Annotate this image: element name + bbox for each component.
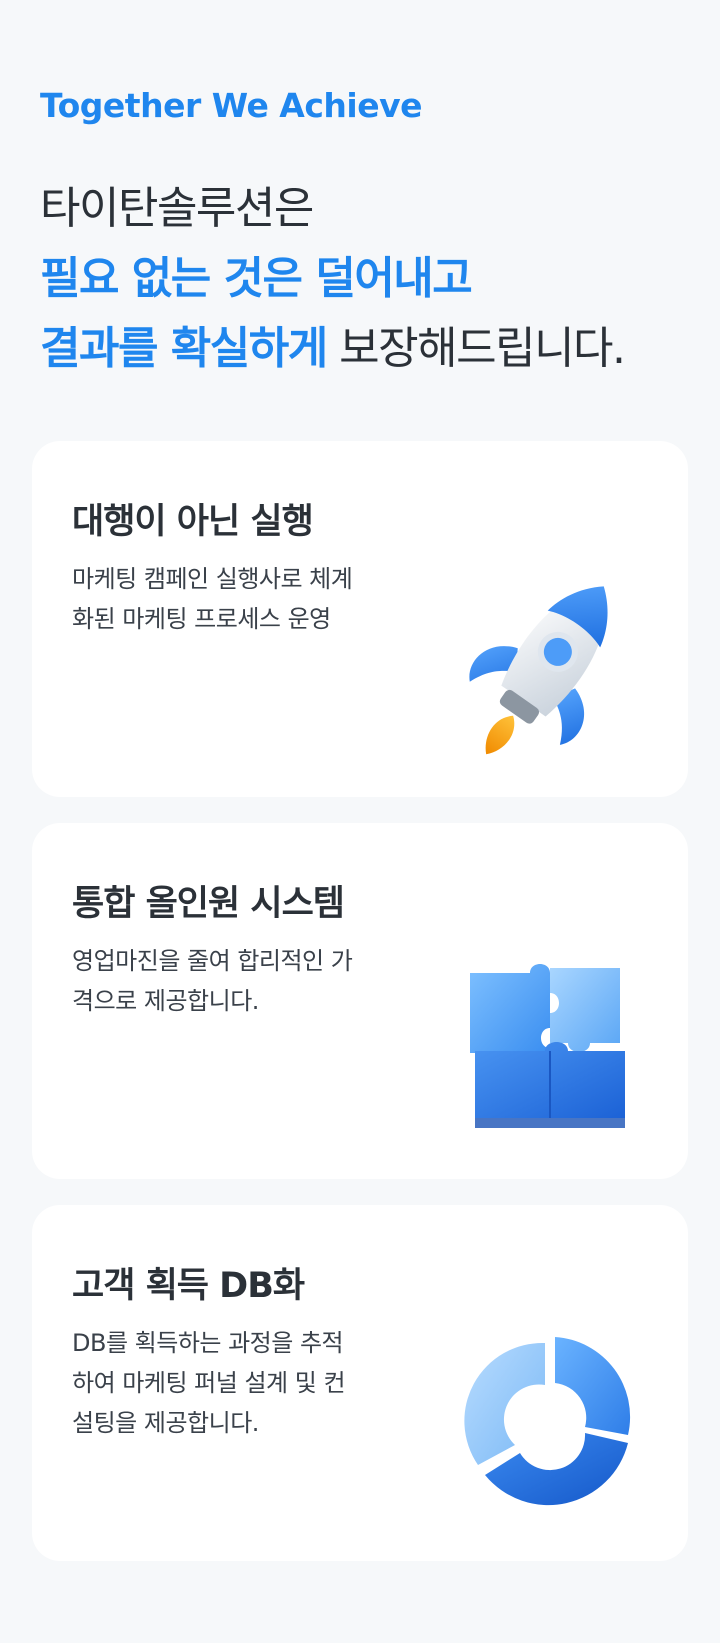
feature-card-all-in-one: 통합 올인원 시스템 영업마진을 줄여 합리적인 가 격으로 제공합니다.	[32, 823, 688, 1179]
card-title: 고객 획득 DB화	[72, 1266, 305, 1306]
card-description: DB를 획득하는 과정을 추적 하여 마케팅 퍼널 설계 및 컨 설팅을 제공합…	[72, 1329, 346, 1437]
card-description: 영업마진을 줄여 합리적인 가 격으로 제공합니다.	[72, 947, 353, 1015]
card-description: 마케팅 캠페인 실행사로 체계 화된 마케팅 프로세스 운영	[72, 565, 353, 633]
headline-line-1: 타이탄솔루션은	[40, 183, 314, 234]
eyebrow-label: Together We Achieve	[40, 86, 423, 125]
donut-chart-icon	[464, 1337, 631, 1506]
puzzle-icon	[470, 964, 625, 1128]
feature-card-execution: 대행이 아닌 실행 마케팅 캠페인 실행사로 체계 화된 마케팅 프로세스 운영	[32, 441, 688, 797]
card-title: 대행이 아닌 실행	[72, 502, 314, 542]
headline-line-2: 필요 없는 것은 덜어내고	[40, 253, 473, 304]
feature-card-customer-db: 고객 획득 DB화 DB를 획득하는 과정을 추적 하여 마케팅 퍼널 설계 및…	[32, 1205, 688, 1561]
headline-line-3: 결과를 확실하게 보장해드립니다.	[40, 314, 700, 384]
rocket-icon	[469, 586, 608, 755]
headline-line-3-rest: 보장해드립니다.	[326, 323, 626, 374]
card-title: 통합 올인원 시스템	[72, 884, 345, 924]
headline-line-3-accent: 결과를 확실하게	[40, 323, 328, 374]
headline: 타이탄솔루션은 필요 없는 것은 덜어내고 결과를 확실하게 보장해드립니다.	[40, 174, 700, 384]
